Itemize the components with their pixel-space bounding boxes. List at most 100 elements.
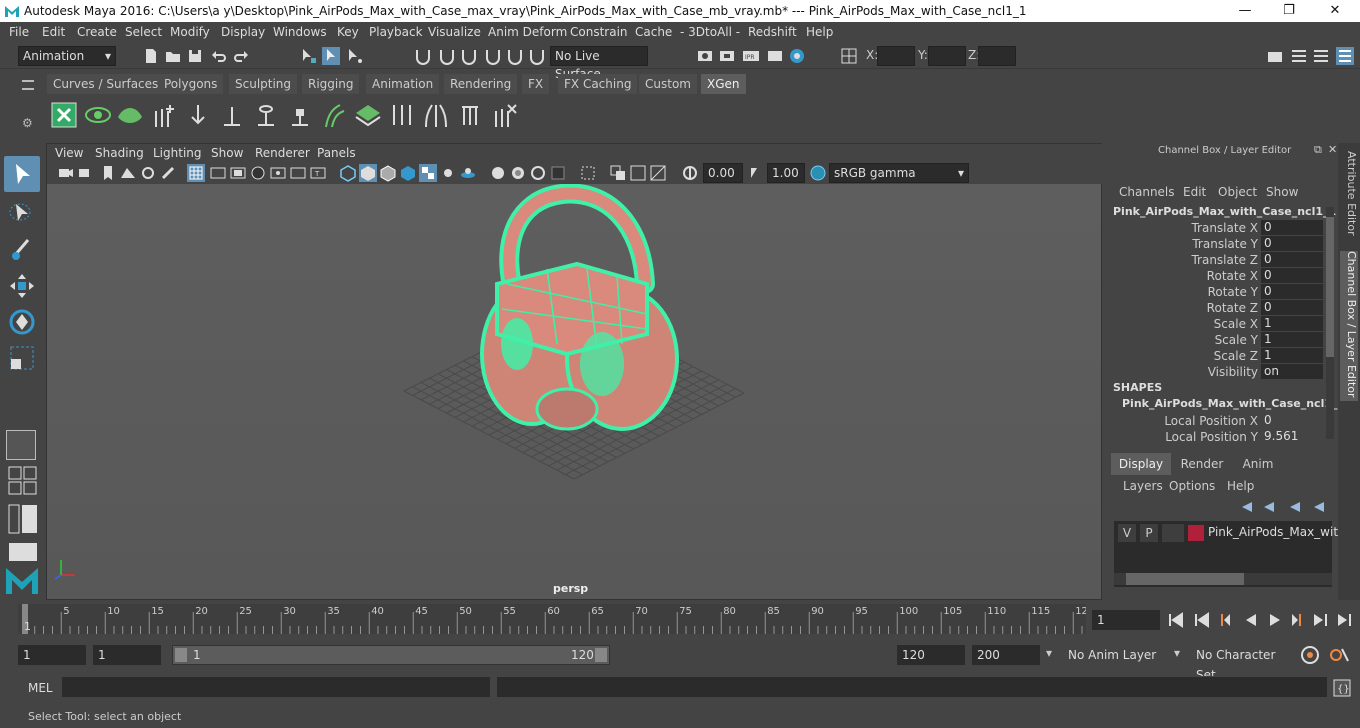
move-tool-icon[interactable] [8,272,36,300]
ipr-render-icon[interactable]: IPR [742,47,760,65]
open-scene-icon[interactable] [164,47,182,65]
scale-tool-icon[interactable] [8,344,36,372]
grease-pencil-icon[interactable] [159,164,177,182]
move-layer-down-icon[interactable] [1314,502,1324,512]
xgen-density-icon[interactable] [354,101,382,129]
select-by-component-icon[interactable] [346,47,364,65]
select-by-object-icon[interactable] [322,47,340,65]
chevron-down-icon[interactable]: ▾ [1046,646,1052,660]
layer-tab-anim[interactable]: Anim [1230,453,1286,475]
live-surface-field[interactable]: No Live Surface [550,46,648,81]
bookmark-icon[interactable] [99,164,117,182]
menu-playback[interactable]: Playback [369,25,423,39]
save-scene-icon[interactable] [186,47,204,65]
tab-sculpting[interactable]: Sculpting [229,74,298,94]
attr-rotate-y[interactable]: Rotate Y0 [1106,284,1338,300]
camera-select-icon[interactable] [57,164,75,182]
tab-custom[interactable]: Custom [639,74,697,94]
attr-scale-x[interactable]: Scale X1 [1106,316,1338,332]
menu-3dtoall[interactable]: - 3DtoAll - [680,25,740,39]
layer-playback-toggle[interactable]: P [1140,524,1158,542]
xgen-add-guide-icon[interactable] [150,101,178,129]
menu-select[interactable]: Select [125,25,162,39]
menu-redshift[interactable]: Redshift [748,25,797,39]
menu-anim-deform[interactable]: Anim Deform [488,25,567,39]
panel-menu-renderer[interactable]: Renderer [255,146,310,160]
gate-mask-icon[interactable] [249,164,267,182]
headphones-model[interactable] [480,183,679,431]
menu-constrain[interactable]: Constrain [570,25,628,39]
camera-lock-icon[interactable] [77,164,95,182]
tab-xgen[interactable]: XGen [701,74,746,94]
object-name[interactable]: Pink_AirPods_Max_with_Case_ncl1_1 [1113,205,1336,218]
animation-preferences-icon[interactable] [1328,645,1350,665]
redo-icon[interactable] [232,47,250,65]
command-input[interactable] [62,677,490,697]
layer-name[interactable]: Pink_AirPods_Max_with_ [1208,525,1352,539]
shadows-icon[interactable] [459,164,477,182]
color-space-dropdown[interactable]: sRGB gamma ▾ [829,163,969,183]
attr-value[interactable]: 0 [1261,236,1323,251]
frame-selected-icon[interactable] [629,164,647,182]
chevron-down-icon[interactable]: ▾ [1174,646,1180,660]
resolution-gate-icon[interactable] [229,164,247,182]
attr-value[interactable]: 1 [1261,332,1323,347]
textured-icon[interactable] [399,164,417,182]
anim-layer-dropdown[interactable]: No Anim Layer [1062,645,1162,665]
outliner-layout-icon[interactable] [8,504,38,534]
character-set-dropdown[interactable]: No Character Set [1190,645,1294,682]
attribute-editor-toggle-icon[interactable] [1290,47,1308,65]
play-backward-icon[interactable] [1246,614,1256,626]
attr-local-position-x[interactable]: Local Position X0 [1106,413,1338,429]
grid-toggle-icon[interactable] [187,164,205,182]
xgen-cut-icon[interactable] [388,101,416,129]
step-forward-key-icon[interactable] [1314,614,1327,626]
snap-view-plane-icon[interactable] [484,47,502,65]
z-field[interactable] [978,46,1016,66]
attr-value[interactable]: 1 [1261,316,1323,331]
attr-scale-z[interactable]: Scale Z1 [1106,348,1338,364]
channel-box-toggle-icon[interactable] [1336,47,1354,65]
new-layer-from-selected-icon[interactable] [1264,502,1274,512]
snap-grid-icon[interactable] [414,47,432,65]
snap-point-icon[interactable] [460,47,478,65]
tab-rigging[interactable]: Rigging [302,74,360,94]
cb-menu-show[interactable]: Show [1266,185,1298,199]
view-transform-icon[interactable] [649,164,667,182]
auto-key-icon[interactable] [1300,645,1320,665]
script-editor-icon[interactable]: {} [1332,678,1352,698]
attr-value[interactable]: 0 [1261,284,1323,299]
transform-field-toggle-icon[interactable] [840,47,858,65]
tab-rendering[interactable]: Rendering [444,74,518,94]
panel-menu-show[interactable]: Show [211,146,243,160]
frame-all-icon[interactable] [609,164,627,182]
attr-value[interactable]: 0 [1261,220,1323,235]
attr-value[interactable]: 0 [1261,413,1323,428]
safe-action-icon[interactable] [289,164,307,182]
film-gate-icon[interactable] [209,164,227,182]
new-layer-icon[interactable] [1242,502,1252,512]
isolate-select-icon[interactable] [489,164,507,182]
xray-checker-icon[interactable] [419,164,437,182]
xgen-sculpt-icon[interactable] [320,101,348,129]
channel-box-scrollbar[interactable] [1326,207,1334,439]
time-slider-ruler[interactable]: 5 10 15 20 25 30 35 40 45 50 55 60 65 70 75 80 85 90 95 100… [18,604,1088,634]
xgen-grass-icon[interactable] [422,101,450,129]
move-layer-up-icon[interactable] [1290,502,1300,512]
xgen-delete-guide-icon[interactable] [490,101,518,129]
attr-value[interactable]: 1 [1261,348,1323,363]
menu-help[interactable]: Help [806,25,833,39]
render-view-icon[interactable] [696,47,714,65]
select-by-hierarchy-icon[interactable] [300,47,318,65]
attr-rotate-z[interactable]: Rotate Z0 [1106,300,1338,316]
menu-cache[interactable]: Cache [635,25,672,39]
x-field[interactable] [877,46,915,66]
lights-icon[interactable] [439,164,457,182]
wireframe-icon[interactable] [339,164,357,182]
attr-value[interactable]: 9.561 [1261,429,1323,444]
mode-dropdown[interactable]: Animation ▾ [18,46,116,66]
play-forward-icon[interactable] [1270,614,1280,626]
four-view-layout-icon[interactable] [8,466,38,496]
graph-layout-icon[interactable] [8,542,38,562]
range-end-handle[interactable] [595,648,607,662]
